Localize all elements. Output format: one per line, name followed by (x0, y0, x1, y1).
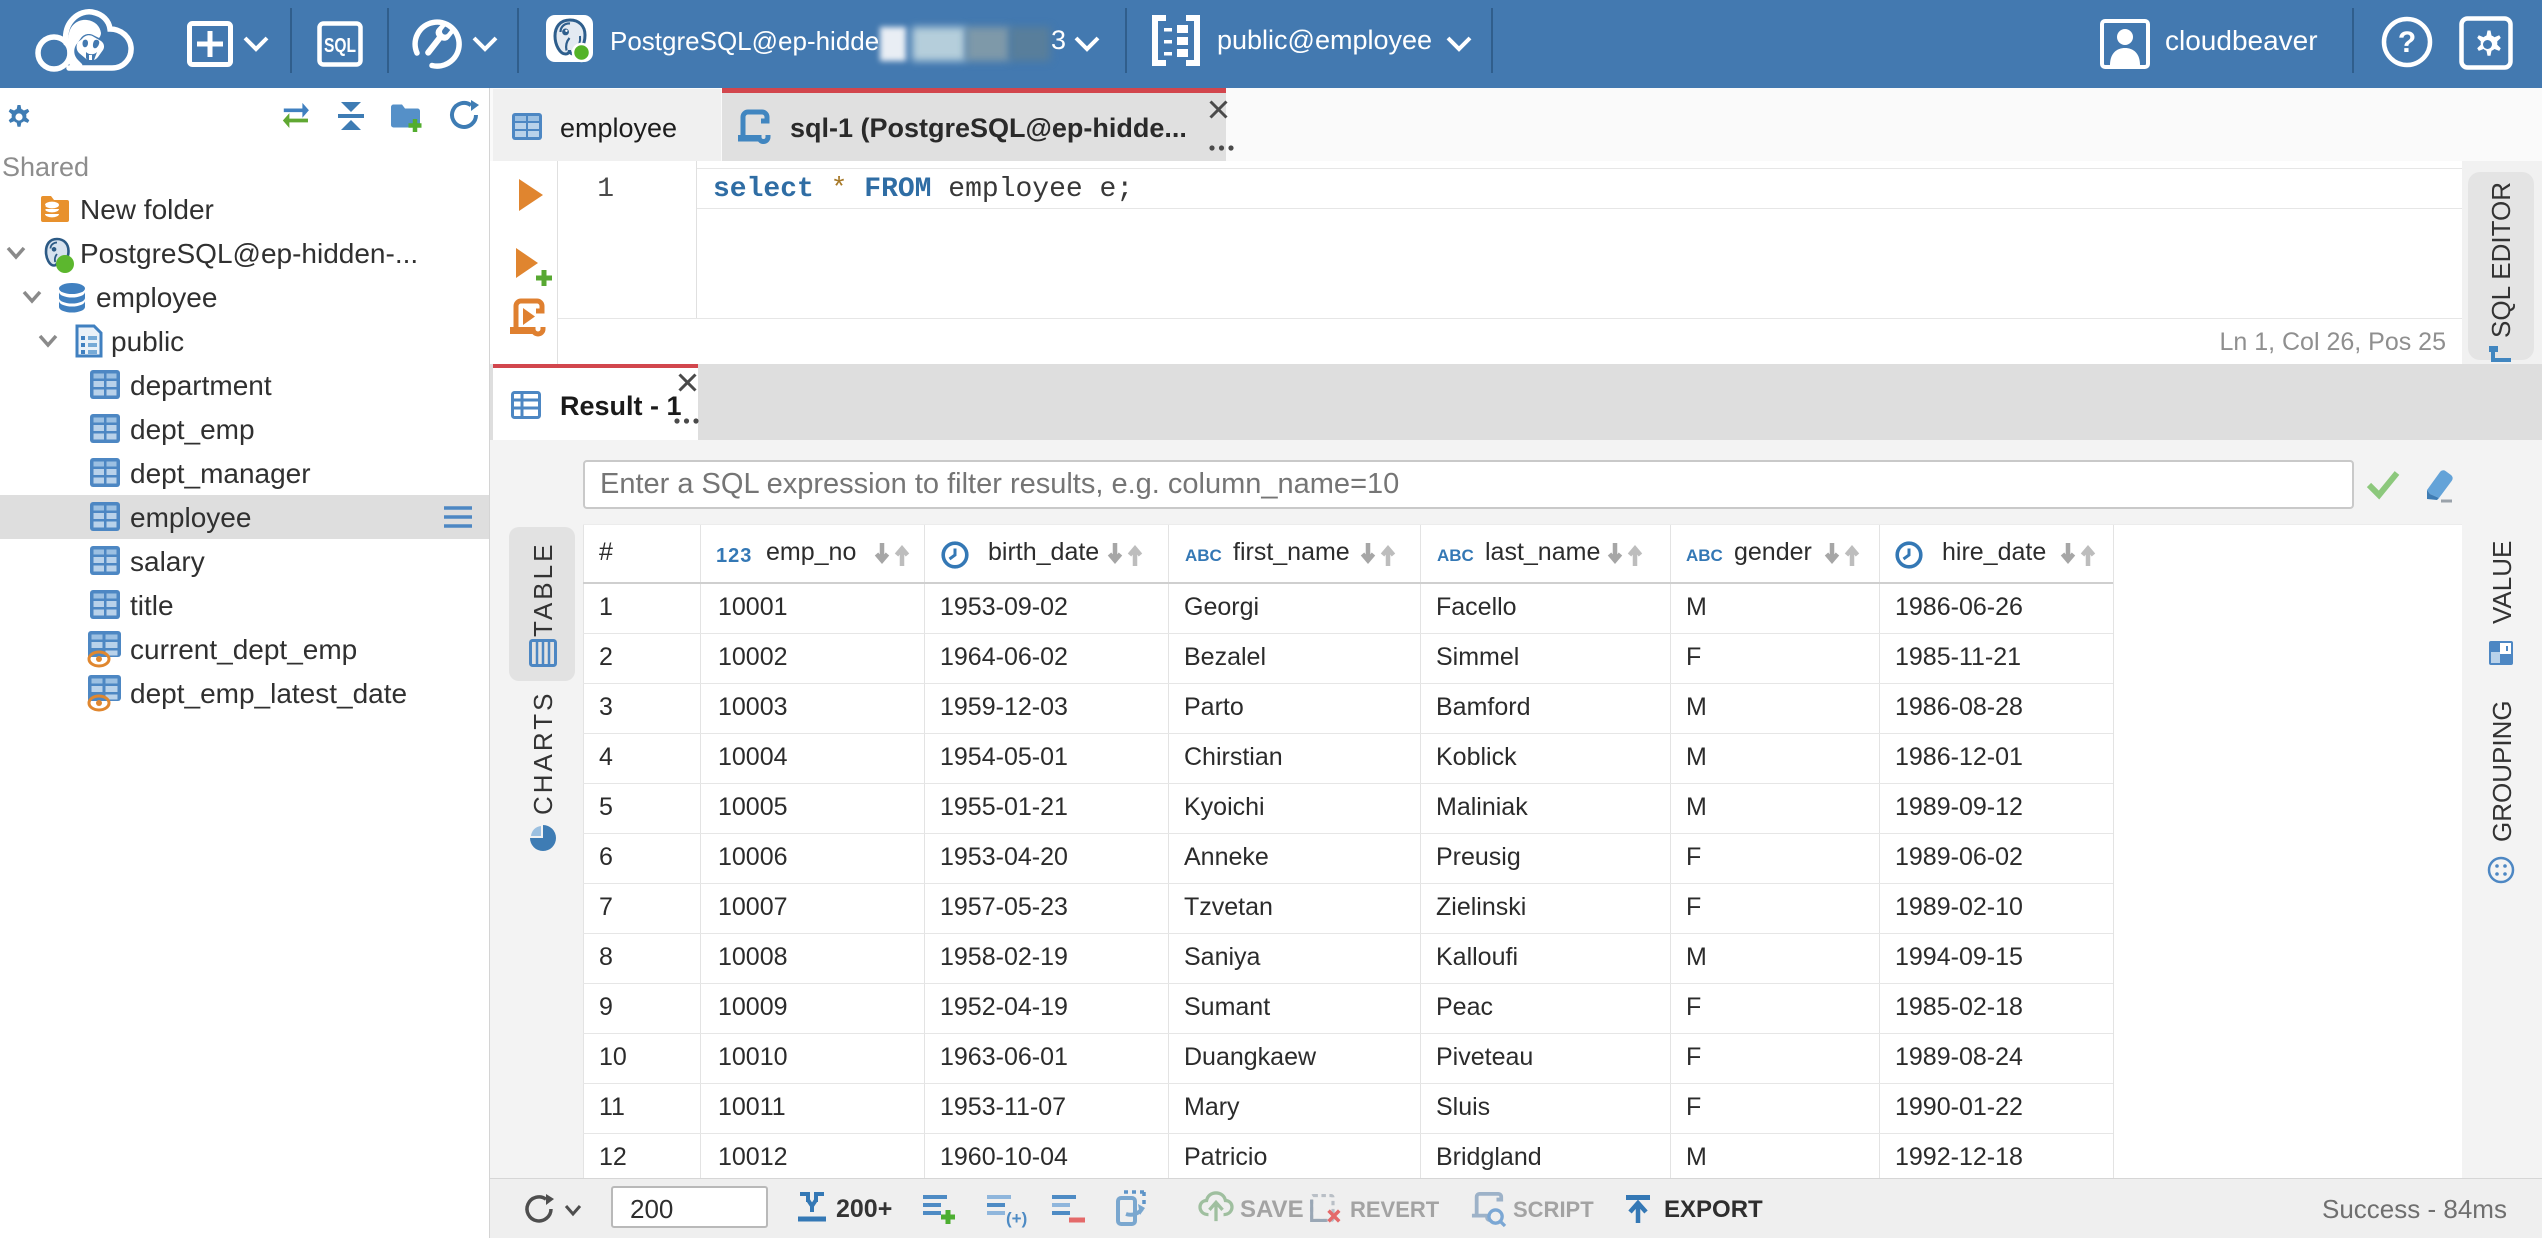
svg-text:(+): (+) (1006, 1209, 1027, 1228)
svg-text:SQL: SQL (324, 35, 356, 57)
svg-text:?: ? (2398, 26, 2416, 59)
